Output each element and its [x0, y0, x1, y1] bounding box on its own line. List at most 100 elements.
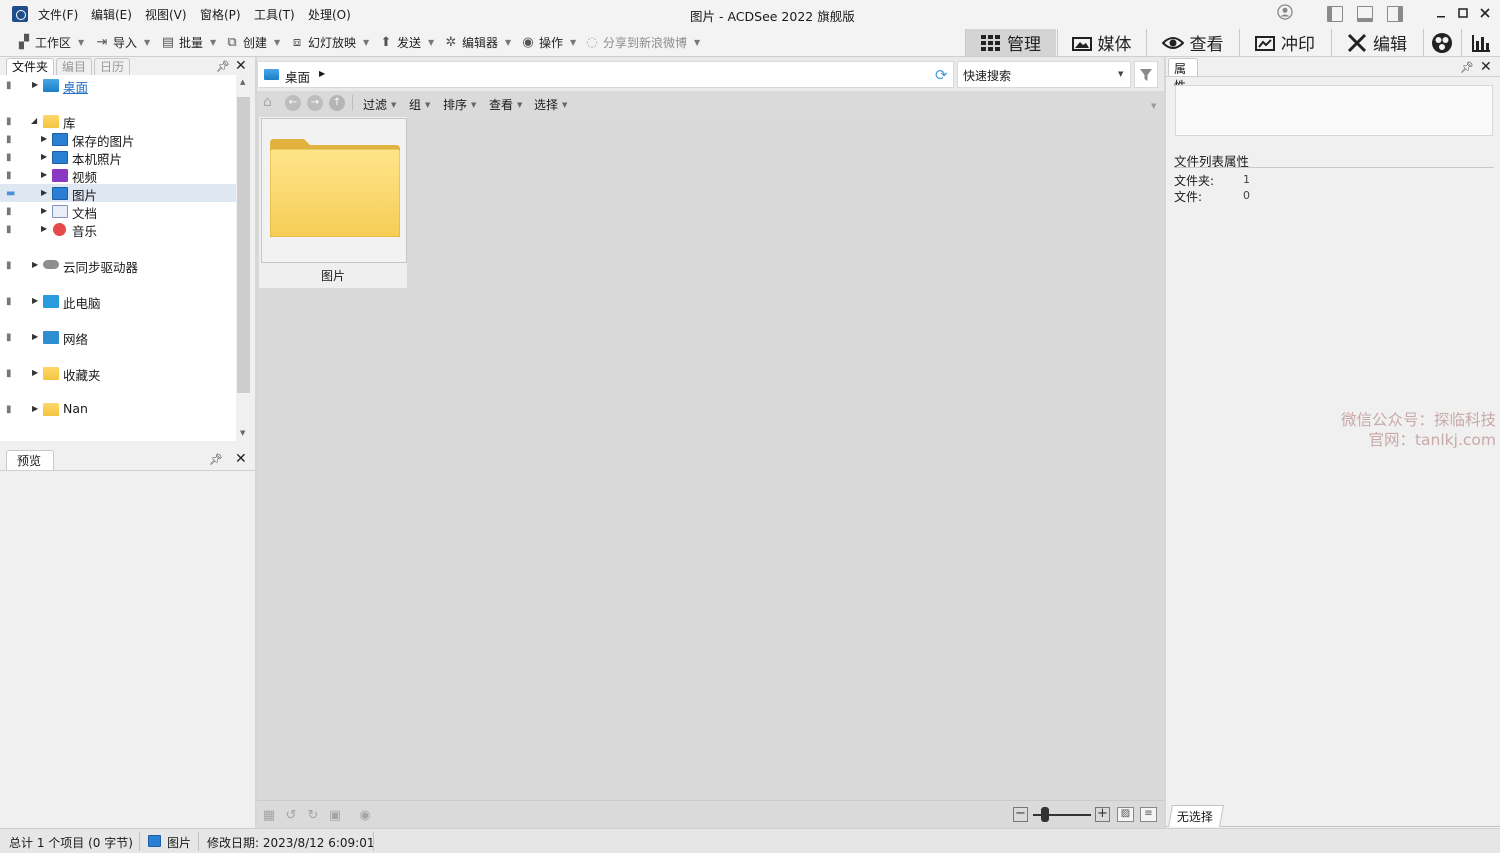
- tree-item-library[interactable]: ▮ ◢ 库: [0, 112, 236, 131]
- tree-item-saved-pictures[interactable]: ▮ ▶ 保存的图片: [0, 130, 236, 149]
- close-pane-icon[interactable]: ✕: [1480, 59, 1492, 75]
- menu-pane[interactable]: 窗格(P): [200, 6, 241, 23]
- maximize-button[interactable]: [1453, 4, 1473, 24]
- expand-arrow-icon[interactable]: ▶: [32, 260, 38, 269]
- actions-button[interactable]: ◉ 操作 ▼: [520, 33, 576, 51]
- pin-icon[interactable]: 📌︎: [1460, 61, 1474, 74]
- search-dropdown-icon[interactable]: ▼: [1118, 70, 1123, 78]
- editor-button[interactable]: ✲ 编辑器 ▼: [443, 33, 512, 51]
- expand-arrow-icon[interactable]: ▶: [32, 368, 38, 377]
- mode-365-button[interactable]: [1423, 29, 1460, 56]
- scroll-down-icon[interactable]: ▼: [240, 429, 245, 437]
- mode-view-button[interactable]: 查看: [1146, 29, 1238, 56]
- mode-develop-button[interactable]: 冲印: [1239, 29, 1330, 56]
- left-splitter[interactable]: [255, 57, 257, 828]
- mode-manage-button[interactable]: 管理: [965, 29, 1056, 56]
- tree-item-this-pc[interactable]: ▮ ▶ 此电脑: [0, 292, 236, 311]
- close-pane-icon[interactable]: ✕: [235, 58, 247, 74]
- import-button[interactable]: ⇥ 导入 ▼: [94, 33, 151, 51]
- acdsee-app-icon[interactable]: [12, 6, 28, 22]
- back-arrow-icon[interactable]: ←: [285, 95, 301, 111]
- tab-catalog[interactable]: 编目: [56, 58, 93, 75]
- tab-calendar[interactable]: 日历: [94, 58, 131, 75]
- mode-media-button[interactable]: 媒体: [1057, 29, 1145, 56]
- send-button[interactable]: ⬆ 发送 ▼: [378, 33, 435, 51]
- save-icon[interactable]: ▦: [261, 808, 277, 824]
- layout-left-icon[interactable]: [1327, 6, 1343, 22]
- layout-bottom-icon[interactable]: [1357, 6, 1373, 22]
- account-icon[interactable]: [1275, 4, 1295, 24]
- minimize-button[interactable]: [1431, 4, 1451, 24]
- expand-arrow-icon[interactable]: ▶: [32, 80, 38, 89]
- tab-preview[interactable]: 预览: [6, 450, 54, 470]
- tree-item-camera-roll[interactable]: ▮ ▶ 本机照片: [0, 148, 236, 167]
- menu-edit[interactable]: 编辑(E): [91, 6, 132, 23]
- tree-item-videos[interactable]: ▮ ▶ 视频: [0, 166, 236, 185]
- pin-icon[interactable]: 📌︎: [216, 60, 230, 73]
- rotate-right-icon[interactable]: ↻: [305, 808, 321, 824]
- toolbar-overflow-icon[interactable]: ▼: [1151, 102, 1156, 110]
- group-menu-button[interactable]: 组 ▼: [409, 96, 430, 113]
- details-view-icon[interactable]: ≡: [1140, 807, 1157, 822]
- home-icon[interactable]: ⌂: [263, 94, 272, 110]
- share-weibo-button[interactable]: ◌ 分享到新浪微博 ▼: [584, 33, 700, 51]
- select-menu-button[interactable]: 选择 ▼: [534, 96, 567, 113]
- batch-button[interactable]: ▤ 批量 ▼: [160, 33, 216, 51]
- expand-arrow-icon[interactable]: ▶: [41, 134, 47, 143]
- funnel-filter-icon[interactable]: [1134, 61, 1158, 88]
- collapse-arrow-icon[interactable]: ◢: [31, 116, 37, 125]
- close-button[interactable]: [1475, 4, 1495, 24]
- tree-item-documents[interactable]: ▮ ▶ 文档: [0, 202, 236, 221]
- tree-item-cloud-drives[interactable]: ▮ ▶ 云同步驱动器: [0, 256, 236, 275]
- menu-view[interactable]: 视图(V): [145, 6, 187, 23]
- address-path[interactable]: 桌面: [285, 67, 310, 86]
- path-chevron-icon[interactable]: ▶: [319, 69, 325, 78]
- expand-arrow-icon[interactable]: ▶: [41, 188, 47, 197]
- tree-item-pictures[interactable]: ▬ ▶ 图片: [0, 184, 236, 203]
- expand-arrow-icon[interactable]: ▶: [41, 152, 47, 161]
- tree-item-music[interactable]: ▮ ▶ 音乐: [0, 220, 236, 239]
- menu-file[interactable]: 文件(F): [38, 6, 78, 23]
- zoom-in-icon[interactable]: +: [1095, 807, 1110, 822]
- scroll-up-icon[interactable]: ▲: [240, 78, 245, 86]
- tree-item-desktop[interactable]: ▮ ▶ 桌面: [0, 76, 236, 95]
- thumbnail-view-icon[interactable]: ▨: [1117, 807, 1134, 822]
- layout-right-icon[interactable]: [1387, 6, 1403, 22]
- pin-icon[interactable]: 📌︎: [209, 453, 223, 466]
- quick-search-input[interactable]: 快速搜索 ▼: [957, 61, 1131, 88]
- tab-properties[interactable]: 属性: [1168, 58, 1198, 93]
- slideshow-play-icon[interactable]: ◉: [357, 808, 373, 824]
- expand-arrow-icon[interactable]: ▶: [41, 206, 47, 215]
- sort-menu-button[interactable]: 排序 ▼: [443, 96, 476, 113]
- filmstrip-icon[interactable]: ▣: [327, 808, 343, 824]
- tree-item-favorites[interactable]: ▮ ▶ 收藏夹: [0, 364, 236, 383]
- close-pane-icon[interactable]: ✕: [235, 451, 247, 467]
- mode-edit-button[interactable]: 编辑: [1331, 29, 1422, 56]
- filter-menu-button[interactable]: 过滤 ▼: [363, 96, 396, 113]
- expand-arrow-icon[interactable]: ▶: [32, 404, 38, 413]
- up-arrow-icon[interactable]: ↑: [329, 95, 345, 111]
- expand-arrow-icon[interactable]: ▶: [32, 332, 38, 341]
- forward-arrow-icon[interactable]: →: [307, 95, 323, 111]
- workspace-button[interactable]: ▞ 工作区 ▼: [16, 33, 84, 51]
- menu-tools[interactable]: 工具(T): [254, 6, 295, 23]
- view-menu-button[interactable]: 查看 ▼: [489, 96, 522, 113]
- rotate-left-icon[interactable]: ↺: [283, 808, 299, 824]
- tab-folders[interactable]: 文件夹: [6, 58, 55, 75]
- right-splitter[interactable]: [1164, 57, 1166, 828]
- expand-arrow-icon[interactable]: ▶: [32, 296, 38, 305]
- address-bar[interactable]: 桌面 ▶ ⟳: [257, 61, 954, 88]
- create-button[interactable]: ⧉ 创建 ▼: [224, 33, 280, 51]
- expand-arrow-icon[interactable]: ▶: [41, 224, 47, 233]
- tree-item-nan[interactable]: ▮ ▶ Nan: [0, 400, 236, 418]
- slideshow-button[interactable]: ⧈ 幻灯放映 ▼: [289, 33, 369, 51]
- refresh-icon[interactable]: ⟳: [935, 66, 948, 84]
- expand-arrow-icon[interactable]: ▶: [41, 170, 47, 179]
- menu-process[interactable]: 处理(O): [308, 6, 351, 23]
- tree-scrollbar-thumb[interactable]: [237, 97, 250, 393]
- tree-item-network[interactable]: ▮ ▶ 网络: [0, 328, 236, 347]
- folder-thumbnail-item[interactable]: 图片: [259, 117, 407, 288]
- tab-no-selection[interactable]: 无选择: [1168, 805, 1224, 827]
- zoom-slider-handle[interactable]: [1041, 807, 1049, 822]
- mode-dashboard-button[interactable]: [1461, 29, 1500, 56]
